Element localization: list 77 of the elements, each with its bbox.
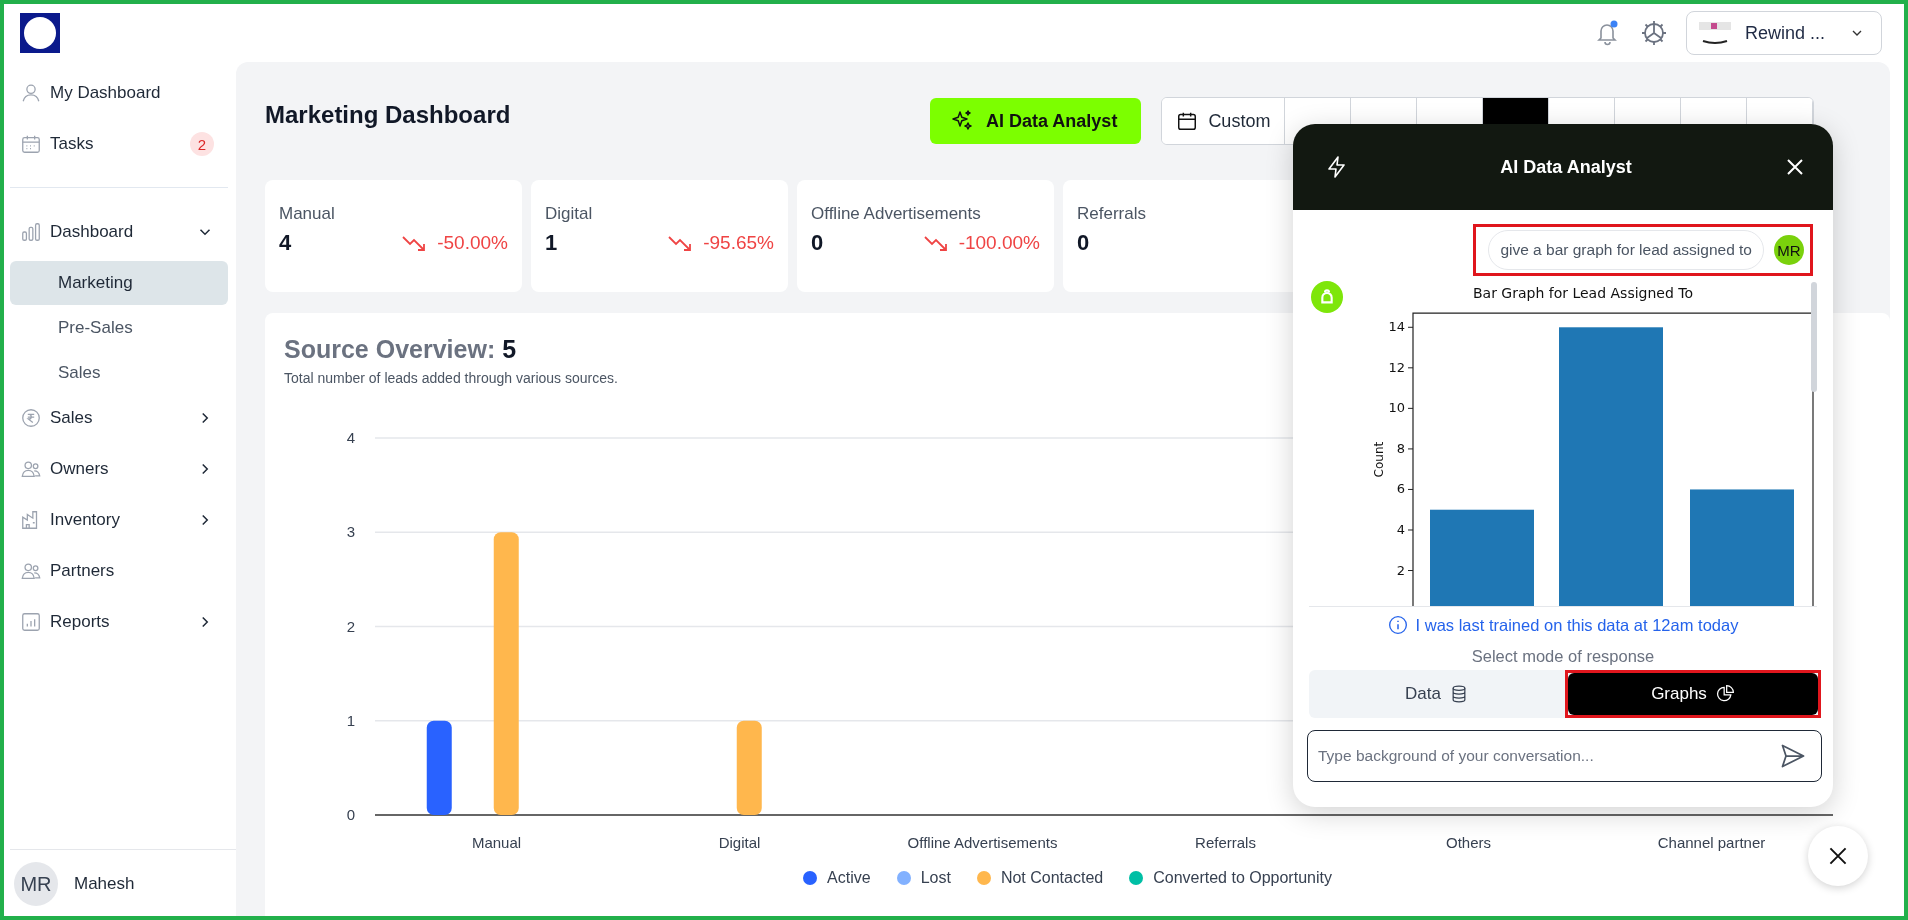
chart-subtitle: Total number of leads added through various sources. [284,370,618,386]
mode-label: Select mode of response [1470,647,1656,666]
stat-value: 0 [811,230,825,256]
user-name: Mahesh [74,874,135,894]
account-dropdown[interactable]: Rewind ... [1685,11,1882,55]
send-icon[interactable] [1779,742,1807,770]
axis-tick-label: 1 [346,711,355,729]
axis-title: Count [1372,441,1386,478]
report-icon [20,611,42,633]
stat-value: 0 [1077,230,1091,256]
message-input[interactable]: Type background of your conversation... [1316,746,1779,766]
axis-tick-label: 0 [346,806,355,823]
user-avatar: MR [1774,235,1804,265]
legend-label[interactable]: Converted to Opportunity [1153,869,1332,887]
category-label: Offline Advertisements [907,834,1058,851]
axis-tick-label: 10 [1388,400,1405,416]
calendar-icon [1176,110,1199,132]
nav-subitem[interactable]: Pre-Sales [10,306,228,350]
sparkles-icon [950,109,974,133]
user-icon [20,82,42,104]
nav-item[interactable]: Partners [10,549,228,593]
page-title: Marketing Dashboard [265,101,512,130]
nav-subitem[interactable]: Marketing [10,261,228,305]
rupee-icon [20,407,42,429]
category-label: Manual [471,834,522,851]
legend-label[interactable]: Lost [920,869,951,887]
chart-title: Bar Graph for Lead Assigned To [1472,285,1694,301]
settings-icon[interactable] [1639,19,1668,47]
axis-tick-label: 6 [1396,481,1405,497]
axis-tick-label: 4 [1396,522,1405,537]
axis-tick-label: 2 [1396,562,1405,578]
legend-label[interactable]: Not Contacted [1000,869,1104,887]
mode-tab[interactable]: Data [1312,673,1562,715]
company-logo-icon [1698,21,1731,45]
date-range-button[interactable]: Custom [1162,98,1286,144]
category-label: Others [1446,834,1491,851]
info-icon [1387,615,1408,635]
chart-title: Source Overview: 5 [284,335,517,364]
info-text: I was last trained on this data at 12am today [1415,615,1739,635]
category-label: Referrals [1195,834,1256,851]
nav-item[interactable]: Dashboard [10,210,228,254]
calendar-icon [20,133,42,155]
axis-tick-label: 8 [1396,440,1405,456]
axis-tick-label: 2 [346,617,355,635]
axis-tick-label: 3 [346,523,355,541]
stat-change: -95.65% [703,232,774,254]
panel-title: AI Data Analyst [1499,156,1633,178]
nav-item[interactable]: Reports [10,600,228,644]
user-avatar[interactable]: MR [14,862,58,906]
nav-item[interactable]: My Dashboard [10,71,228,115]
pie-chart-icon [1714,684,1735,704]
stat-label: Offline Advertisements [811,204,982,224]
category-label: Digital [718,834,761,851]
axis-tick-label: 14 [1388,319,1405,335]
stat-label: Referrals [1077,204,1147,224]
category-label: Channel partner [1657,834,1766,851]
stat-label: Manual [279,204,336,224]
stat-change: -100.00% [958,232,1040,254]
count-badge: 2 [190,132,214,156]
stat-change: -50.00% [437,232,508,254]
mode-tab[interactable]: Graphs [1568,673,1818,715]
message-field[interactable]: Type background of your conversation... [1307,730,1822,782]
bar-chart-icon [20,221,42,243]
nav-item[interactable]: Sales [10,396,228,440]
axis-tick-label: 12 [1388,359,1405,375]
nav-item[interactable]: Inventory [10,498,228,542]
nav-item[interactable]: Owners [10,447,228,491]
nav-subitem[interactable]: Sales [10,351,228,395]
stat-value: 1 [545,230,559,256]
stat-label: Digital [545,204,594,224]
stat-value: 4 [279,230,293,256]
axis-tick-label: 4 [346,429,355,446]
company-logo[interactable] [20,13,60,53]
nav-item[interactable]: Tasks 2 [10,122,228,166]
ai-analyst-button[interactable]: AI Data Analyst [930,98,1142,144]
bot-avatar-icon [1311,281,1343,313]
legend-label[interactable]: Active [827,869,871,887]
